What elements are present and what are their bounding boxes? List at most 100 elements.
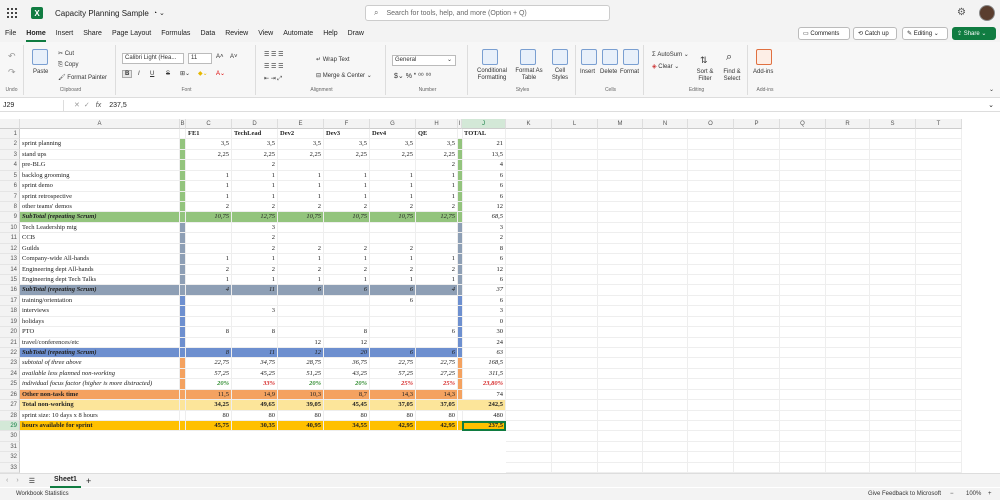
- strikethrough-button[interactable]: S: [166, 71, 170, 77]
- table-cell[interactable]: 2,25: [324, 149, 370, 161]
- menu-share[interactable]: Share: [78, 26, 107, 42]
- formula-input[interactable]: 237,5: [109, 102, 127, 109]
- empty-cell[interactable]: [598, 170, 643, 182]
- table-cell[interactable]: [278, 306, 324, 317]
- empty-cell[interactable]: [870, 139, 916, 150]
- table-cell[interactable]: 11: [232, 348, 278, 359]
- table-cell[interactable]: 6: [278, 285, 324, 296]
- table-cell[interactable]: 6: [462, 170, 506, 182]
- empty-cell[interactable]: [643, 139, 688, 150]
- table-cell[interactable]: 22,75: [186, 358, 232, 369]
- row-header[interactable]: 16: [0, 285, 20, 296]
- table-cell[interactable]: 1: [324, 275, 370, 286]
- empty-cell[interactable]: [826, 410, 870, 422]
- table-cell[interactable]: 1: [416, 170, 458, 182]
- table-cell[interactable]: 1: [232, 170, 278, 182]
- empty-cell[interactable]: [688, 149, 734, 161]
- document-title-chevron-icon[interactable]: ◔ ⌄: [153, 9, 165, 17]
- menu-help[interactable]: Help: [318, 26, 342, 42]
- empty-cell[interactable]: [780, 400, 826, 411]
- table-cell[interactable]: [278, 233, 324, 244]
- empty-cell[interactable]: [916, 212, 962, 223]
- share-button[interactable]: ⇪ Share ⌄: [952, 27, 996, 40]
- table-cell[interactable]: 3: [462, 306, 506, 317]
- table-cell[interactable]: 1: [370, 170, 416, 182]
- table-cell[interactable]: [370, 222, 416, 234]
- empty-cell[interactable]: [734, 337, 780, 349]
- row-header[interactable]: 32: [0, 452, 20, 463]
- empty-cell[interactable]: [643, 400, 688, 411]
- table-cell[interactable]: 8: [462, 243, 506, 255]
- insert-cells-icon[interactable]: [581, 49, 597, 65]
- empty-cell[interactable]: [598, 275, 643, 286]
- empty-cell[interactable]: [643, 191, 688, 202]
- table-cell[interactable]: 12: [278, 337, 324, 349]
- empty-cell[interactable]: [598, 358, 643, 369]
- row-header[interactable]: 13: [0, 254, 20, 265]
- row-label[interactable]: travel/conferences/etc: [20, 337, 180, 349]
- empty-cell[interactable]: [916, 337, 962, 349]
- table-cell[interactable]: QE: [416, 129, 458, 140]
- table-cell[interactable]: 2,25: [370, 149, 416, 161]
- table-cell[interactable]: 1: [370, 181, 416, 192]
- empty-cell[interactable]: [916, 275, 962, 286]
- table-cell[interactable]: 24: [462, 337, 506, 349]
- empty-cell[interactable]: [598, 285, 643, 296]
- fx-label[interactable]: fx: [96, 102, 101, 109]
- table-cell[interactable]: 1: [324, 191, 370, 202]
- gear-icon[interactable]: ⚙: [957, 7, 966, 18]
- empty-cell[interactable]: [643, 379, 688, 390]
- row-label[interactable]: hours available for sprint: [20, 421, 180, 432]
- table-cell[interactable]: 12,75: [416, 212, 458, 223]
- empty-cell[interactable]: [780, 139, 826, 150]
- empty-cell[interactable]: [552, 337, 598, 349]
- empty-cell[interactable]: [780, 306, 826, 317]
- table-cell[interactable]: 8: [186, 327, 232, 338]
- row-label[interactable]: Engineering dept All-hands: [20, 264, 180, 275]
- empty-cell[interactable]: [826, 358, 870, 369]
- empty-cell[interactable]: [506, 160, 552, 171]
- table-cell[interactable]: 2: [232, 264, 278, 275]
- menu-formulas[interactable]: Formulas: [156, 26, 195, 42]
- table-cell[interactable]: [370, 160, 416, 171]
- row-label[interactable]: subtotal of three above: [20, 358, 180, 369]
- table-cell[interactable]: [324, 222, 370, 234]
- empty-cell[interactable]: [598, 441, 643, 453]
- table-cell[interactable]: 1: [232, 254, 278, 265]
- empty-cell[interactable]: [688, 379, 734, 390]
- empty-cell[interactable]: [643, 348, 688, 359]
- empty-cell[interactable]: [916, 316, 962, 328]
- empty-cell[interactable]: [780, 431, 826, 442]
- row-header[interactable]: 5: [0, 170, 20, 182]
- table-cell[interactable]: 4: [416, 285, 458, 296]
- empty-cell[interactable]: [780, 379, 826, 390]
- table-cell[interactable]: TOTAL: [462, 129, 506, 140]
- table-cell[interactable]: 80: [324, 410, 370, 422]
- empty-cell[interactable]: [826, 337, 870, 349]
- table-cell[interactable]: 42,95: [370, 421, 416, 432]
- empty-cell[interactable]: [734, 139, 780, 150]
- table-cell[interactable]: 12: [462, 264, 506, 275]
- row-header[interactable]: 28: [0, 410, 20, 422]
- empty-cell[interactable]: [734, 222, 780, 234]
- row-label[interactable]: available less planned non-working: [20, 368, 180, 380]
- empty-cell[interactable]: [916, 462, 962, 474]
- empty-cell[interactable]: [870, 348, 916, 359]
- empty-cell[interactable]: [870, 400, 916, 411]
- empty-cell[interactable]: [826, 327, 870, 338]
- row-label[interactable]: holidays: [20, 316, 180, 328]
- table-cell[interactable]: [416, 306, 458, 317]
- row-header[interactable]: 20: [0, 327, 20, 338]
- empty-cell[interactable]: [870, 170, 916, 182]
- table-cell[interactable]: 22,75: [416, 358, 458, 369]
- empty-cell[interactable]: [916, 400, 962, 411]
- select-all-corner[interactable]: [0, 119, 20, 129]
- table-cell[interactable]: 2: [232, 160, 278, 171]
- empty-cell[interactable]: [826, 202, 870, 213]
- table-cell[interactable]: 2,25: [232, 149, 278, 161]
- empty-cell[interactable]: [598, 368, 643, 380]
- table-cell[interactable]: 10,75: [370, 212, 416, 223]
- empty-cell[interactable]: [916, 264, 962, 275]
- table-cell[interactable]: 49,65: [232, 400, 278, 411]
- empty-cell[interactable]: [870, 243, 916, 255]
